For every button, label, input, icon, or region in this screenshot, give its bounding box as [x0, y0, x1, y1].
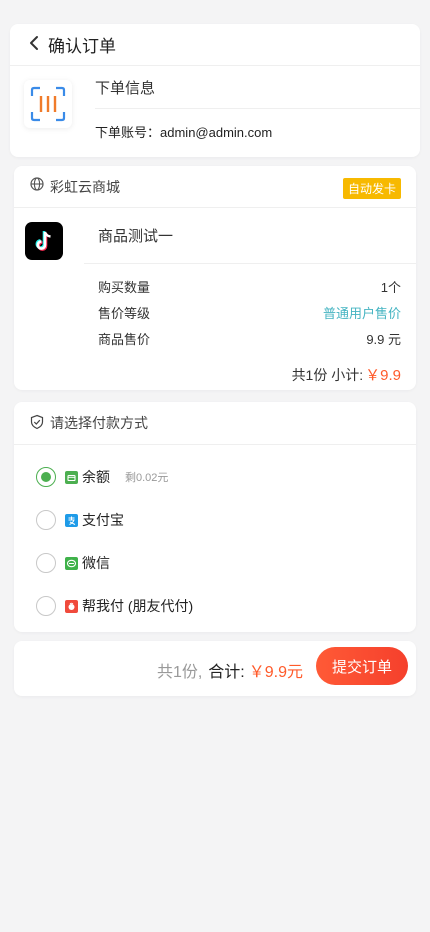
product-row: 商品售价 9.9 元: [98, 329, 401, 348]
page-header: 确认订单: [10, 24, 420, 66]
order-info-title: 下单信息: [95, 66, 420, 109]
payment-option-balance[interactable]: 余额 剩0.02元: [36, 465, 168, 489]
product-row: 购买数量 1个: [98, 277, 401, 296]
quantity-label: 购买数量: [98, 280, 151, 295]
order-summary: 共1份, 合计: ￥9.9元: [157, 658, 303, 682]
subtotal-value: ￥9.9: [365, 367, 401, 384]
shop-name: 彩虹云商城: [50, 178, 120, 195]
back-arrow-icon[interactable]: [28, 35, 46, 55]
payment-header: 请选择付款方式: [14, 402, 416, 445]
payment-card: 请选择付款方式 余额 剩0.02元 支付宝 微信 帮我付 (朋友代付): [14, 402, 416, 632]
order-info-card: 确认订单 下单信息 下单账号：admin@admin.com: [10, 24, 420, 157]
total-quantity: 共1份,: [156, 664, 203, 681]
radio-unselected[interactable]: [36, 510, 56, 530]
page-title: 确认订单: [48, 37, 116, 56]
payment-option-alipay[interactable]: 支付宝: [36, 508, 124, 532]
friend-pay-icon: [65, 599, 78, 613]
price-value: 9.9 元: [366, 332, 401, 347]
alipay-icon: [65, 513, 78, 527]
payment-label: 帮我付 (朋友代付): [82, 598, 194, 614]
payment-title: 请选择付款方式: [50, 415, 148, 431]
product-logo-icon: [25, 222, 63, 260]
payment-label: 支付宝: [82, 512, 124, 528]
radio-unselected[interactable]: [36, 596, 56, 616]
order-account-value: admin@admin.com: [160, 125, 273, 140]
subtotal-label: 共1份 小计:: [291, 367, 364, 383]
price-label: 商品售价: [98, 332, 151, 347]
order-account-label: 下单账号：: [95, 125, 161, 140]
balance-note: 剩0.02元: [125, 472, 169, 484]
total-amount: ￥9.9元: [248, 664, 303, 681]
quantity-value: 1个: [380, 280, 401, 295]
product-row: 售价等级 普通用户售价: [98, 303, 401, 322]
total-label: 合计:: [208, 664, 245, 681]
payment-label: 余额: [82, 469, 110, 485]
radio-unselected[interactable]: [36, 553, 56, 573]
wallet-icon: [65, 470, 78, 484]
order-account: 下单账号：admin@admin.com: [95, 122, 272, 141]
globe-icon: [30, 177, 44, 196]
payment-option-wechat[interactable]: 微信: [36, 551, 110, 575]
price-level-value: 普通用户售价: [322, 306, 401, 321]
submit-bar: 共1份, 合计: ￥9.9元 提交订单: [14, 641, 416, 696]
payment-option-friend-pay[interactable]: 帮我付 (朋友代付): [36, 594, 193, 618]
shield-check-icon: [29, 414, 45, 433]
radio-selected[interactable]: [36, 467, 56, 487]
payment-label: 微信: [82, 555, 110, 571]
auto-delivery-badge: 自动发卡: [342, 178, 401, 199]
product-card: 彩虹云商城 自动发卡 商品测试一 购买数量 1个 售价等级 普通用户售价 商品售…: [14, 166, 416, 390]
submit-order-button[interactable]: 提交订单: [316, 647, 408, 685]
scan-icon: [24, 80, 72, 128]
subtotal: 共1份 小计: ￥9.9: [292, 364, 401, 385]
price-level-label: 售价等级: [98, 306, 151, 321]
wechat-icon: [65, 556, 78, 570]
product-name: 商品测试一: [84, 208, 416, 264]
